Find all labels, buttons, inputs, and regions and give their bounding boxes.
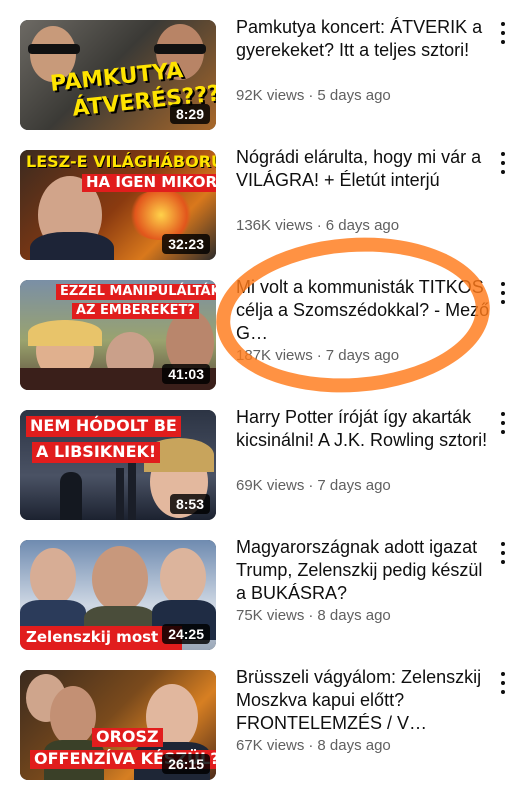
video-row[interactable]: LESZ-E VILÁGHÁBORÚ, HA IGEN MIKOR? 32:23… xyxy=(0,147,526,262)
video-duration: 8:53 xyxy=(169,494,210,514)
video-thumbnail[interactable]: PAMKUTYA ÁTVERÉS??? 8:29 xyxy=(20,20,216,130)
thumbnail-caption-line1: OROSZ xyxy=(92,728,163,747)
separator: · xyxy=(316,217,322,234)
view-count: 75K views xyxy=(236,607,305,624)
video-row[interactable]: OROSZ OFFENZÍVA KÉSZÜL? 26:15 Brüsszeli … xyxy=(0,667,526,782)
upload-age: 5 days ago xyxy=(317,87,391,104)
video-thumbnail[interactable]: EZZEL MANIPULÁLTÁK AZ EMBEREKET? 41:03 xyxy=(20,280,216,390)
video-meta: 69K views · 7 days ago xyxy=(236,477,391,495)
more-vert-icon[interactable] xyxy=(496,542,510,564)
thumbnail-caption-line1: LESZ-E VILÁGHÁBORÚ, xyxy=(26,152,216,171)
view-count: 67K views xyxy=(236,737,305,754)
view-count: 187K views xyxy=(236,347,313,364)
video-thumbnail[interactable]: OROSZ OFFENZÍVA KÉSZÜL? 26:15 xyxy=(20,670,216,780)
thumbnail-caption-line1: NEM HÓDOLT BE xyxy=(26,416,181,437)
video-meta: 75K views · 8 days ago xyxy=(236,607,391,625)
video-row[interactable]: PAMKUTYA ÁTVERÉS??? 8:29 Pamkutya koncer… xyxy=(0,17,526,132)
separator: · xyxy=(308,737,314,754)
video-row[interactable]: NEM HÓDOLT BE A LIBSIKNEK! 8:53 Harry Po… xyxy=(0,407,526,522)
upload-age: 7 days ago xyxy=(317,477,391,494)
video-duration: 41:03 xyxy=(162,364,210,384)
thumbnail-caption-line1: EZZEL MANIPULÁLTÁK xyxy=(56,284,216,300)
video-meta: 187K views · 7 days ago xyxy=(236,347,399,365)
video-thumbnail[interactable]: LESZ-E VILÁGHÁBORÚ, HA IGEN MIKOR? 32:23 xyxy=(20,150,216,260)
video-meta: 92K views · 5 days ago xyxy=(236,87,391,105)
thumbnail-caption-line2: HA IGEN MIKOR? xyxy=(82,174,216,192)
separator: · xyxy=(308,607,314,624)
video-thumbnail[interactable]: NEM HÓDOLT BE A LIBSIKNEK! 8:53 xyxy=(20,410,216,520)
thumbnail-caption-line1: Zelenszkij most xyxy=(20,626,182,650)
more-vert-icon[interactable] xyxy=(496,672,510,694)
upload-age: 8 days ago xyxy=(317,607,391,624)
video-row[interactable]: EZZEL MANIPULÁLTÁK AZ EMBEREKET? 41:03 M… xyxy=(0,277,526,392)
more-vert-icon[interactable] xyxy=(496,152,510,174)
view-count: 69K views xyxy=(236,477,305,494)
thumbnail-caption-line2: AZ EMBEREKET? xyxy=(72,303,199,319)
video-duration: 26:15 xyxy=(162,754,210,774)
more-vert-icon[interactable] xyxy=(496,22,510,44)
video-title[interactable]: Pamkutya koncert: ÁTVERIK a gyerekeket? … xyxy=(236,16,492,62)
more-vert-icon[interactable] xyxy=(496,282,510,304)
video-title[interactable]: Brüsszeli vágyálom: Zelenszkij Moszkva k… xyxy=(236,666,492,735)
view-count: 92K views xyxy=(236,87,305,104)
video-duration: 32:23 xyxy=(162,234,210,254)
video-title[interactable]: Harry Potter íróját így akarták kicsinál… xyxy=(236,406,492,452)
separator: · xyxy=(316,347,322,364)
video-row[interactable]: Zelenszkij most 24:25 Magyarországnak ad… xyxy=(0,537,526,652)
view-count: 136K views xyxy=(236,217,313,234)
more-vert-icon[interactable] xyxy=(496,412,510,434)
video-meta: 136K views · 6 days ago xyxy=(236,217,399,235)
separator: · xyxy=(308,477,314,494)
video-title[interactable]: Nógrádi elárulta, hogy mi vár a VILÁGRA!… xyxy=(236,146,492,192)
video-meta: 67K views · 8 days ago xyxy=(236,737,391,755)
separator: · xyxy=(308,87,314,104)
video-thumbnail[interactable]: Zelenszkij most 24:25 xyxy=(20,540,216,650)
video-duration: 24:25 xyxy=(162,624,210,644)
upload-age: 6 days ago xyxy=(325,217,400,234)
upload-age: 8 days ago xyxy=(317,737,391,754)
video-title[interactable]: Mi volt a kommunisták TITKOS célja a Szo… xyxy=(236,276,492,345)
video-duration: 8:29 xyxy=(169,104,210,124)
video-title[interactable]: Magyarországnak adott igazat Trump, Zele… xyxy=(236,536,492,605)
upload-age: 7 days ago xyxy=(325,347,400,364)
thumbnail-caption-line2: A LIBSIKNEK! xyxy=(32,442,161,463)
